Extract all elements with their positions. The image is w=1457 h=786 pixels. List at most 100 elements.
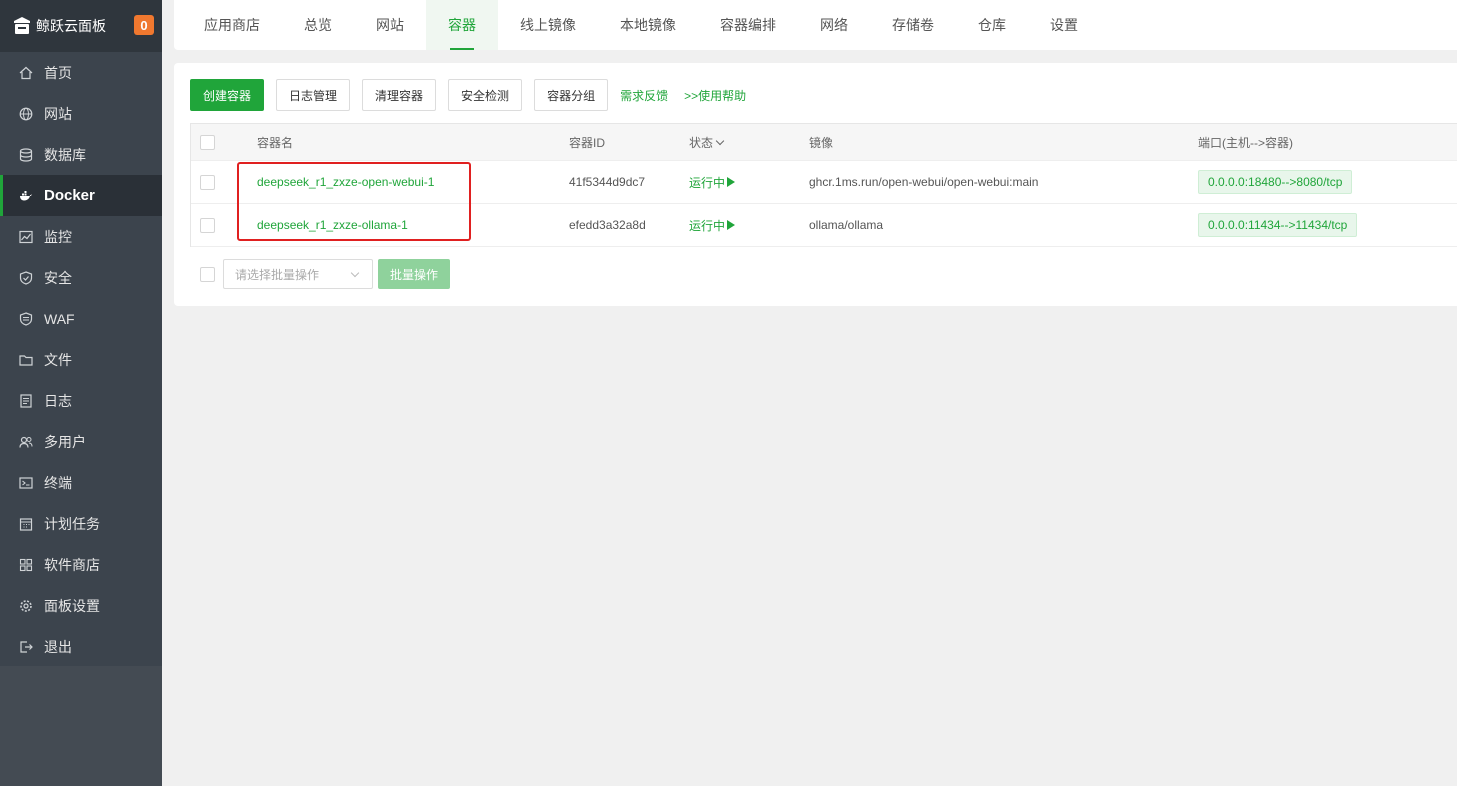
sidebar-item-label: 监控: [44, 228, 72, 245]
select-all-checkbox[interactable]: [200, 134, 215, 150]
container-table: 容器名 容器ID 状态 镜像 端口(主机-->容器) deepseek_r1_z…: [190, 123, 1457, 247]
tab-compose[interactable]: 容器编排: [698, 0, 798, 50]
header-name: 容器名: [257, 135, 294, 150]
terminal-icon: [18, 475, 34, 491]
select-all-cell: [200, 124, 215, 160]
tab-app-store[interactable]: 应用商店: [182, 0, 282, 50]
header-image: 镜像: [809, 135, 834, 150]
sidebar-item-multiuser[interactable]: 多用户: [0, 421, 162, 462]
header-id: 容器ID: [569, 135, 606, 150]
home-icon: [18, 65, 34, 81]
sidebar-item-label: 文件: [44, 351, 72, 368]
sidebar-item-label: 退出: [44, 638, 72, 655]
sidebar: 鲸跃云面板 0 首页 网站 数据库 Docker 监控 安全 WAF 文件 日志…: [0, 0, 162, 786]
sidebar-item-monitor[interactable]: 监控: [0, 216, 162, 257]
users-icon: [18, 434, 34, 450]
sidebar-item-label: 软件商店: [44, 556, 100, 573]
tab-overview[interactable]: 总览: [282, 0, 354, 50]
tab-settings[interactable]: 设置: [1028, 0, 1100, 50]
status-text: 运行中: [689, 175, 726, 190]
container-id: 41f5344d9dc7: [569, 175, 646, 189]
port-cell: 0.0.0.0:18480-->8080/tcp: [1198, 161, 1353, 203]
docker-icon: [18, 188, 34, 204]
sidebar-item-label: 安全: [44, 269, 72, 286]
header-status[interactable]: 状态: [689, 124, 725, 160]
shield-icon: [18, 270, 34, 286]
batch-action-button[interactable]: 批量操作: [378, 259, 451, 289]
header-port: 端口(主机-->容器): [1198, 135, 1293, 150]
chevron-down-icon: [350, 268, 360, 278]
batch-action-placeholder: 请选择批量操作: [235, 267, 320, 282]
batch-select-all-checkbox[interactable]: [200, 266, 215, 282]
port-cell: 0.0.0.0:11434-->11434/tcp: [1198, 204, 1358, 246]
tab-volumes[interactable]: 存储卷: [870, 0, 956, 50]
sidebar-item-label: 多用户: [44, 433, 86, 450]
sidebar-item-label: 面板设置: [44, 597, 100, 614]
tab-registry[interactable]: 仓库: [956, 0, 1028, 50]
container-id: efedd3a32a8d: [569, 218, 646, 232]
tab-online-images[interactable]: 线上镜像: [498, 0, 598, 50]
notification-badge[interactable]: 0: [134, 15, 154, 35]
status-toggle[interactable]: 运行中: [689, 204, 736, 246]
row-checkbox[interactable]: [200, 174, 215, 190]
log-icon: [18, 393, 34, 409]
tab-website[interactable]: 网站: [354, 0, 426, 50]
play-icon: [727, 220, 736, 230]
status-text: 运行中: [689, 218, 726, 233]
sidebar-item-logs[interactable]: 日志: [0, 380, 162, 421]
sidebar-item-home[interactable]: 首页: [0, 52, 162, 93]
container-name-link[interactable]: deepseek_r1_zxze-open-webui-1: [257, 161, 434, 203]
sidebar-item-terminal[interactable]: 终端: [0, 462, 162, 503]
status-toggle[interactable]: 运行中: [689, 161, 736, 203]
toolbar: 创建容器 日志管理 清理容器 安全检测 容器分组 需求反馈 >>使用帮助: [190, 79, 762, 111]
tab-network[interactable]: 网络: [798, 0, 870, 50]
calendar-icon: [18, 516, 34, 532]
batch-bar: 请选择批量操作 批量操作: [200, 259, 451, 289]
row-checkbox[interactable]: [200, 217, 215, 233]
sidebar-item-label: 首页: [44, 64, 72, 81]
table-row: deepseek_r1_zxze-ollama-1 efedd3a32a8d 运…: [191, 204, 1457, 247]
port-tag: 0.0.0.0:18480-->8080/tcp: [1198, 170, 1353, 194]
globe-icon: [18, 106, 34, 122]
sidebar-item-security[interactable]: 安全: [0, 257, 162, 298]
sidebar-item-waf[interactable]: WAF: [0, 298, 162, 339]
container-panel: 创建容器 日志管理 清理容器 安全检测 容器分组 需求反馈 >>使用帮助 容器名…: [174, 63, 1457, 306]
sidebar-item-database[interactable]: 数据库: [0, 134, 162, 175]
sidebar-item-label: 终端: [44, 474, 72, 491]
sidebar-item-label: 日志: [44, 392, 72, 409]
sidebar-item-label: 数据库: [44, 146, 86, 163]
sidebar-item-files[interactable]: 文件: [0, 339, 162, 380]
chevron-down-icon: [715, 136, 725, 145]
row-select-cell: [200, 204, 215, 246]
container-image: ollama/ollama: [809, 218, 884, 232]
batch-action-select[interactable]: 请选择批量操作: [223, 259, 373, 289]
sidebar-menu: 首页 网站 数据库 Docker 监控 安全 WAF 文件 日志 多用户 终端 …: [0, 52, 162, 667]
gear-icon: [18, 598, 34, 614]
sidebar-item-website[interactable]: 网站: [0, 93, 162, 134]
sidebar-item-cron[interactable]: 计划任务: [0, 503, 162, 544]
log-management-button[interactable]: 日志管理: [276, 79, 351, 111]
folder-icon: [18, 352, 34, 368]
feedback-link[interactable]: 需求反馈: [620, 87, 668, 104]
header-status-label: 状态: [689, 135, 714, 150]
container-name-link[interactable]: deepseek_r1_zxze-ollama-1: [257, 204, 408, 246]
sidebar-footer: [0, 666, 162, 786]
logo-icon: [14, 17, 30, 34]
clean-containers-button[interactable]: 清理容器: [362, 79, 437, 111]
waf-shield-icon: [18, 311, 34, 327]
security-check-button[interactable]: 安全检测: [448, 79, 523, 111]
sidebar-item-store[interactable]: 软件商店: [0, 544, 162, 585]
container-image: ghcr.1ms.run/open-webui/open-webui:main: [809, 175, 1039, 189]
sidebar-item-logout[interactable]: 退出: [0, 626, 162, 667]
table-header: 容器名 容器ID 状态 镜像 端口(主机-->容器): [191, 124, 1457, 161]
tab-containers[interactable]: 容器: [426, 0, 498, 50]
container-group-button[interactable]: 容器分组: [534, 79, 609, 111]
sidebar-item-docker[interactable]: Docker: [0, 175, 162, 216]
brand[interactable]: 鲸跃云面板 0: [0, 0, 162, 52]
create-container-button[interactable]: 创建容器: [190, 79, 265, 111]
row-select-cell: [200, 161, 215, 203]
logout-icon: [18, 639, 34, 655]
sidebar-item-settings[interactable]: 面板设置: [0, 585, 162, 626]
help-link[interactable]: >>使用帮助: [684, 87, 746, 104]
tab-local-images[interactable]: 本地镜像: [598, 0, 698, 50]
